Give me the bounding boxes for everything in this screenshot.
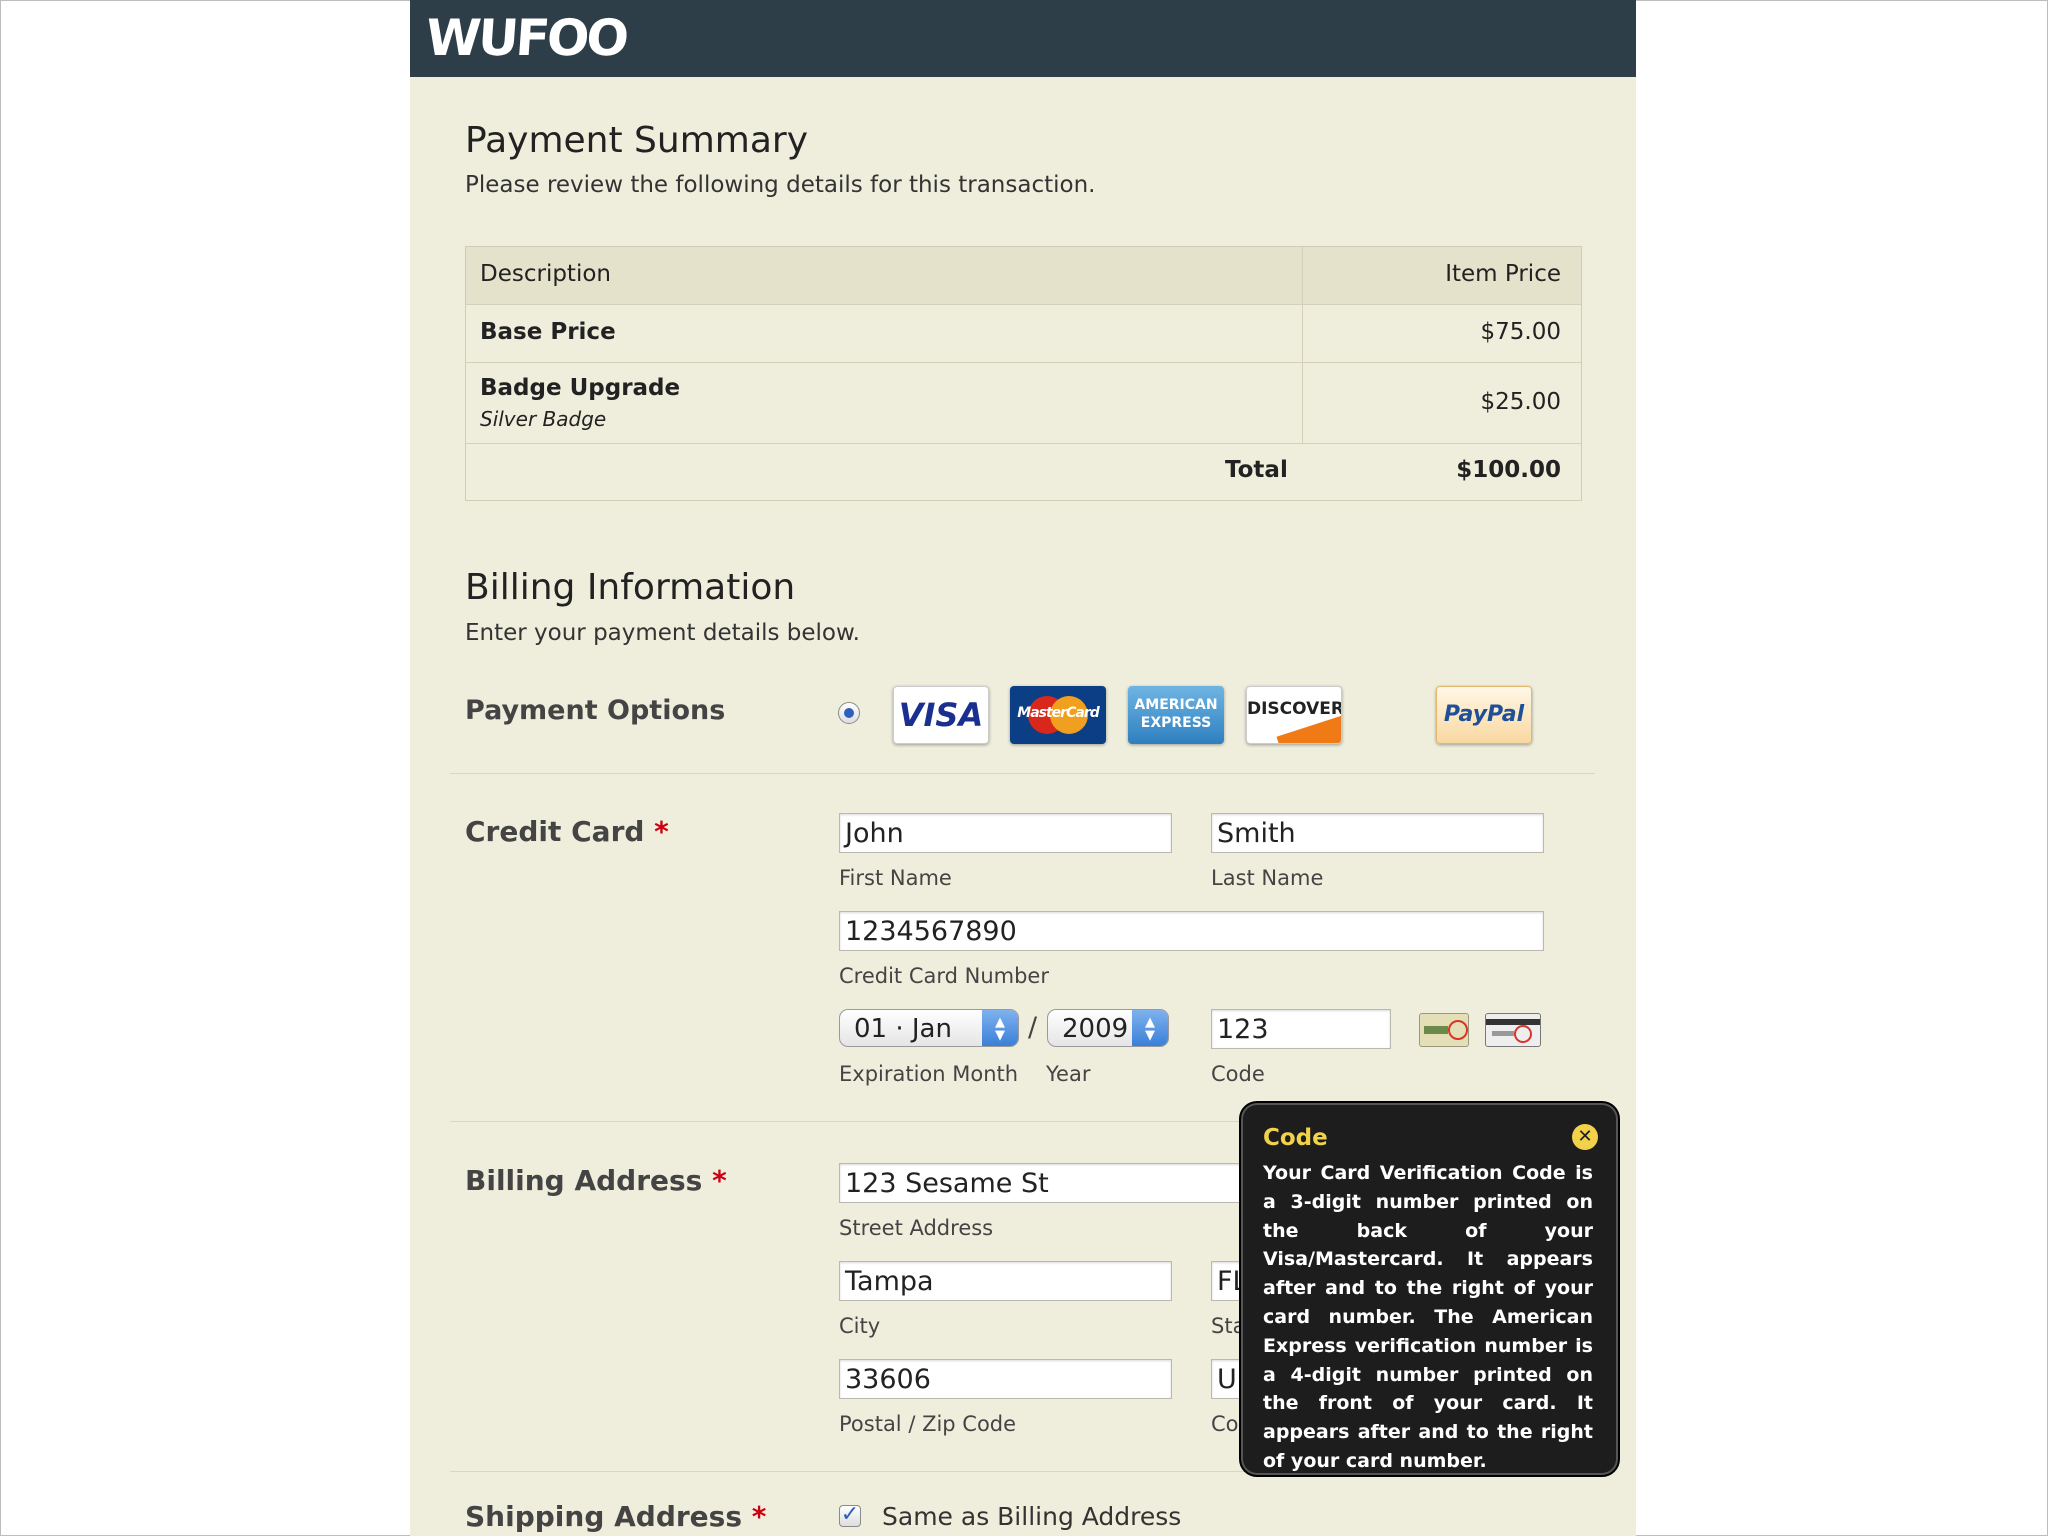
required-asterisk: * <box>712 1164 727 1197</box>
card-number-label: Credit Card Number <box>839 964 1049 988</box>
credit-card-radio[interactable] <box>838 702 860 724</box>
shipping-address-label-text: Shipping Address <box>465 1500 742 1533</box>
last-name-label: Last Name <box>1211 866 1324 890</box>
table-row: Base Price $75.00 <box>466 305 1581 363</box>
wufoo-logo[interactable]: WUFOO <box>424 8 628 68</box>
zip-code-label: Postal / Zip Code <box>839 1412 1017 1436</box>
code-help-tooltip: Code ✕ Your Card Verification Code is a … <box>1239 1101 1620 1477</box>
country-label: Co <box>1211 1412 1239 1436</box>
summary-table: Description Item Price Base Price $75.00… <box>465 246 1582 501</box>
tooltip-body: Your Card Verification Code is a 3-digit… <box>1263 1162 1593 1472</box>
credit-card-label-text: Credit Card <box>465 815 645 848</box>
date-separator: / <box>1028 1012 1038 1043</box>
amex-label-line2: EXPRESS <box>1140 715 1212 731</box>
city-label: City <box>839 1314 881 1338</box>
city-input[interactable]: Tampa <box>839 1261 1172 1301</box>
section-divider <box>450 773 1595 774</box>
row-detail: Silver Badge <box>480 407 607 431</box>
row-price: $75.00 <box>1480 319 1561 345</box>
visa-card-icon: VISA <box>893 686 989 744</box>
total-label: Total <box>1225 457 1288 483</box>
card-number-input[interactable]: 1234567890 <box>839 911 1544 951</box>
expiration-year-select[interactable]: 2009 ▲ ▼ <box>1047 1009 1169 1047</box>
amex-label-line1: AMERICAN <box>1134 697 1218 713</box>
billing-address-label: Billing Address * <box>465 1164 727 1197</box>
security-code-label: Code <box>1211 1062 1265 1086</box>
select-arrows-icon: ▲ ▼ <box>1132 1010 1168 1046</box>
required-asterisk: * <box>751 1500 767 1533</box>
select-arrows-icon: ▲ ▼ <box>982 1010 1018 1046</box>
card-front-code-icon[interactable] <box>1419 1013 1469 1047</box>
row-description: Badge Upgrade <box>480 375 681 401</box>
same-as-billing-label[interactable]: Same as Billing Address <box>882 1502 1181 1531</box>
street-address-label: Street Address <box>839 1216 994 1240</box>
header-bar: WUFOO <box>410 0 1636 77</box>
expiration-month-select[interactable]: 01 · Jan ▲ ▼ <box>839 1009 1019 1047</box>
table-row: Badge Upgrade Silver Badge $25.00 <box>466 363 1581 444</box>
tooltip-title: Code <box>1263 1125 1328 1151</box>
shipping-address-label: Shipping Address * <box>465 1500 766 1533</box>
discover-card-icon: DISCOVER <box>1246 686 1342 744</box>
table-header-row: Description Item Price <box>466 247 1581 305</box>
checkmark-icon: ✓ <box>840 1502 860 1527</box>
payment-summary-subtitle: Please review the following details for … <box>465 172 1096 198</box>
security-code-input[interactable]: 123 <box>1211 1009 1391 1049</box>
billing-information-title: Billing Information <box>465 567 796 608</box>
discover-label: DISCOVER <box>1247 699 1342 719</box>
amex-card-icon: AMERICAN EXPRESS <box>1128 686 1224 744</box>
expiration-year-label: Year <box>1046 1062 1091 1086</box>
zip-code-input[interactable]: 33606 <box>839 1359 1172 1399</box>
mastercard-card-icon: MasterCard <box>1010 686 1106 744</box>
mastercard-label: MasterCard <box>1017 705 1099 721</box>
first-name-input[interactable]: John <box>839 813 1172 853</box>
credit-card-label: Credit Card * <box>465 815 669 848</box>
column-header-description: Description <box>480 261 611 287</box>
close-icon[interactable]: ✕ <box>1572 1124 1598 1150</box>
card-back-code-icon[interactable] <box>1485 1013 1541 1047</box>
billing-information-subtitle: Enter your payment details below. <box>465 620 860 646</box>
payment-summary-title: Payment Summary <box>465 120 809 161</box>
column-header-item-price: Item Price <box>1445 261 1561 287</box>
payment-options-label: Payment Options <box>465 695 726 726</box>
row-price: $25.00 <box>1480 389 1561 415</box>
column-divider <box>1302 247 1303 443</box>
expiration-year-value: 2009 <box>1062 1014 1129 1044</box>
total-value: $100.00 <box>1456 457 1561 483</box>
paypal-card-icon: PayPal <box>1436 686 1532 744</box>
first-name-label: First Name <box>839 866 952 890</box>
expiration-month-value: 01 · Jan <box>854 1014 952 1044</box>
billing-address-label-text: Billing Address <box>465 1164 703 1197</box>
expiration-month-label: Expiration Month <box>839 1062 1019 1086</box>
same-as-billing-checkbox[interactable]: ✓ <box>839 1502 861 1527</box>
required-asterisk: * <box>654 815 669 848</box>
row-description: Base Price <box>480 319 616 345</box>
last-name-input[interactable]: Smith <box>1211 813 1544 853</box>
